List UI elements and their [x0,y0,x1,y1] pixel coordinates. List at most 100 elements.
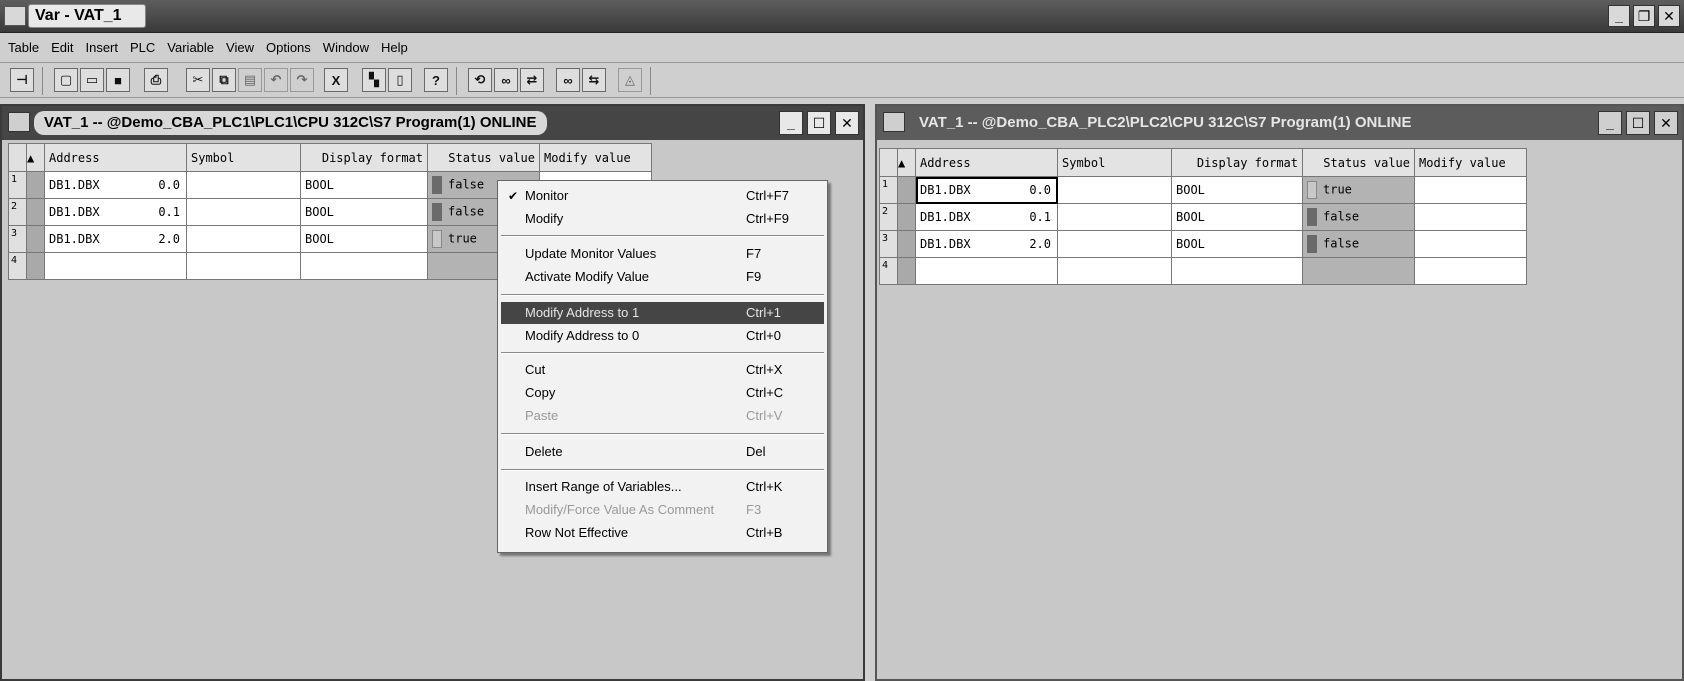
minimize-button[interactable]: _ [1608,5,1630,27]
close-button[interactable]: ✕ [835,111,859,135]
menu-item-row-not-effective[interactable]: Row Not Effective Ctrl+B [498,522,827,544]
menu-item-copy[interactable]: Copy Ctrl+C [498,382,827,404]
modify-value-cell[interactable] [1414,257,1527,285]
column-header-symbol[interactable]: Symbol [186,143,301,172]
menu-item-monitor[interactable]: ✔ Monitor Ctrl+F7 [498,185,827,207]
display-format-cell[interactable]: BOOL [300,225,428,253]
maximize-button[interactable]: ☐ [807,111,831,135]
menu-item-modify-address-to-0[interactable]: Modify Address to 0 Ctrl+0 [498,325,827,347]
copy-icon[interactable]: ⧉ [212,68,236,92]
address-cell[interactable]: DB1.DBX 2.0 [915,230,1058,258]
window-icon[interactable] [883,112,905,132]
column-header-symbol[interactable]: Symbol [1057,148,1172,177]
menu-plc[interactable]: PLC [130,40,155,55]
column-header-display-format[interactable]: Display format [1171,148,1303,177]
row-number[interactable]: 2 [8,198,27,226]
menu-window[interactable]: Window [323,40,369,55]
modify-variable-icon[interactable]: ⇄ [520,68,544,92]
column-header-modify-value[interactable]: Modify value [539,143,652,172]
display-format-cell[interactable] [1171,257,1303,285]
force-icon[interactable]: ◬ [618,68,642,92]
menu-item-modify-address-to-1[interactable]: Modify Address to 1 Ctrl+1 [501,302,824,324]
menu-item-modify[interactable]: Modify Ctrl+F9 [498,208,827,230]
address-cell[interactable]: DB1.DBX 2.0 [44,225,187,253]
row-number[interactable]: 3 [879,230,898,258]
row-number[interactable]: 4 [8,252,27,280]
symbol-cell[interactable] [1057,257,1172,285]
menu-options[interactable]: Options [266,40,311,55]
column-header-address[interactable]: Address [44,143,187,172]
menu-item-delete[interactable]: Delete Del [498,441,827,463]
row-number[interactable]: 3 [8,225,27,253]
close-button[interactable]: ✕ [1654,111,1678,135]
status-value-cell[interactable] [1302,257,1415,285]
maximize-button[interactable]: ☐ [1626,111,1650,135]
symbol-cell[interactable] [186,171,301,199]
cut-icon[interactable]: ✂ [186,68,210,92]
menu-view[interactable]: View [226,40,254,55]
display-format-cell[interactable]: BOOL [1171,230,1303,258]
menu-insert[interactable]: Insert [85,40,118,55]
display-format-cell[interactable]: BOOL [1171,176,1303,204]
display-format-cell[interactable] [300,252,428,280]
menu-item-update-monitor-values[interactable]: Update Monitor Values F7 [498,243,827,265]
table-row[interactable]: 3 DB1.DBX 2.0 BOOL false [879,230,1527,258]
pin-icon[interactable]: ⊣ [10,68,34,92]
row-number[interactable]: 2 [879,203,898,231]
update-monitor-values-icon[interactable]: ∞ [556,68,580,92]
redo-icon[interactable]: ↷ [290,68,314,92]
row-number[interactable]: 4 [879,257,898,285]
row-number[interactable]: 1 [879,176,898,204]
symbol-cell[interactable] [1057,230,1172,258]
status-value-cell[interactable]: false [1302,230,1415,258]
paste-icon[interactable]: ▤ [238,68,262,92]
help-icon[interactable]: ? [424,68,448,92]
new-file-icon[interactable]: ▢ [54,68,78,92]
activate-modify-values-icon[interactable]: ⇆ [582,68,606,92]
minimize-button[interactable]: _ [779,111,803,135]
modify-value-cell[interactable] [1414,230,1527,258]
symbol-cell[interactable] [186,225,301,253]
menu-item-activate-modify-value[interactable]: Activate Modify Value F9 [498,266,827,288]
display-format-cell[interactable]: BOOL [300,198,428,226]
menu-variable[interactable]: Variable [167,40,214,55]
table-row[interactable]: 2 DB1.DBX 0.1 BOOL false [879,203,1527,231]
address-cell[interactable] [915,257,1058,285]
monitor-trigger-icon[interactable]: ⟲ [468,68,492,92]
print-icon[interactable]: ⎙ [144,68,168,92]
online-icon[interactable]: ▚ [362,68,386,92]
column-header-status-value[interactable]: Status value [1302,148,1415,177]
symbol-cell[interactable] [186,252,301,280]
menu-edit[interactable]: Edit [51,40,73,55]
symbol-cell[interactable] [186,198,301,226]
open-file-icon[interactable]: ▭ [80,68,104,92]
status-value-cell[interactable]: true [1302,176,1415,204]
column-header-address[interactable]: Address [915,148,1058,177]
table-row[interactable]: 4 [879,257,1527,285]
column-header-display-format[interactable]: Display format [300,143,428,172]
window-icon[interactable] [8,112,30,132]
minimize-button[interactable]: _ [1598,111,1622,135]
app-icon[interactable] [4,6,26,26]
symbol-cell[interactable] [1057,203,1172,231]
close-button[interactable]: ✕ [1658,5,1680,27]
symbol-cell[interactable] [1057,176,1172,204]
display-format-cell[interactable]: BOOL [1171,203,1303,231]
column-header-status-value[interactable]: Status value [427,143,540,172]
column-header-modify-value[interactable]: Modify value [1414,148,1527,177]
status-value-cell[interactable]: false [1302,203,1415,231]
address-cell[interactable] [44,252,187,280]
address-cell[interactable]: DB1.DBX 0.1 [44,198,187,226]
monitor-variable-icon[interactable]: ∞ [494,68,518,92]
modify-value-cell[interactable] [1414,203,1527,231]
undo-icon[interactable]: ↶ [264,68,288,92]
menu-item-insert-range-of-variables[interactable]: Insert Range of Variables... Ctrl+K [498,476,827,498]
table-row[interactable]: 1 DB1.DBX 0.0 BOOL true [879,176,1527,204]
address-cell[interactable]: DB1.DBX 0.0 [44,171,187,199]
menu-help[interactable]: Help [381,40,408,55]
restore-button[interactable]: ❐ [1633,5,1655,27]
display-format-cell[interactable]: BOOL [300,171,428,199]
modify-value-cell[interactable] [1414,176,1527,204]
address-cell[interactable]: DB1.DBX 0.1 [915,203,1058,231]
address-cell-selected[interactable]: DB1.DBX 0.0 [915,176,1058,204]
